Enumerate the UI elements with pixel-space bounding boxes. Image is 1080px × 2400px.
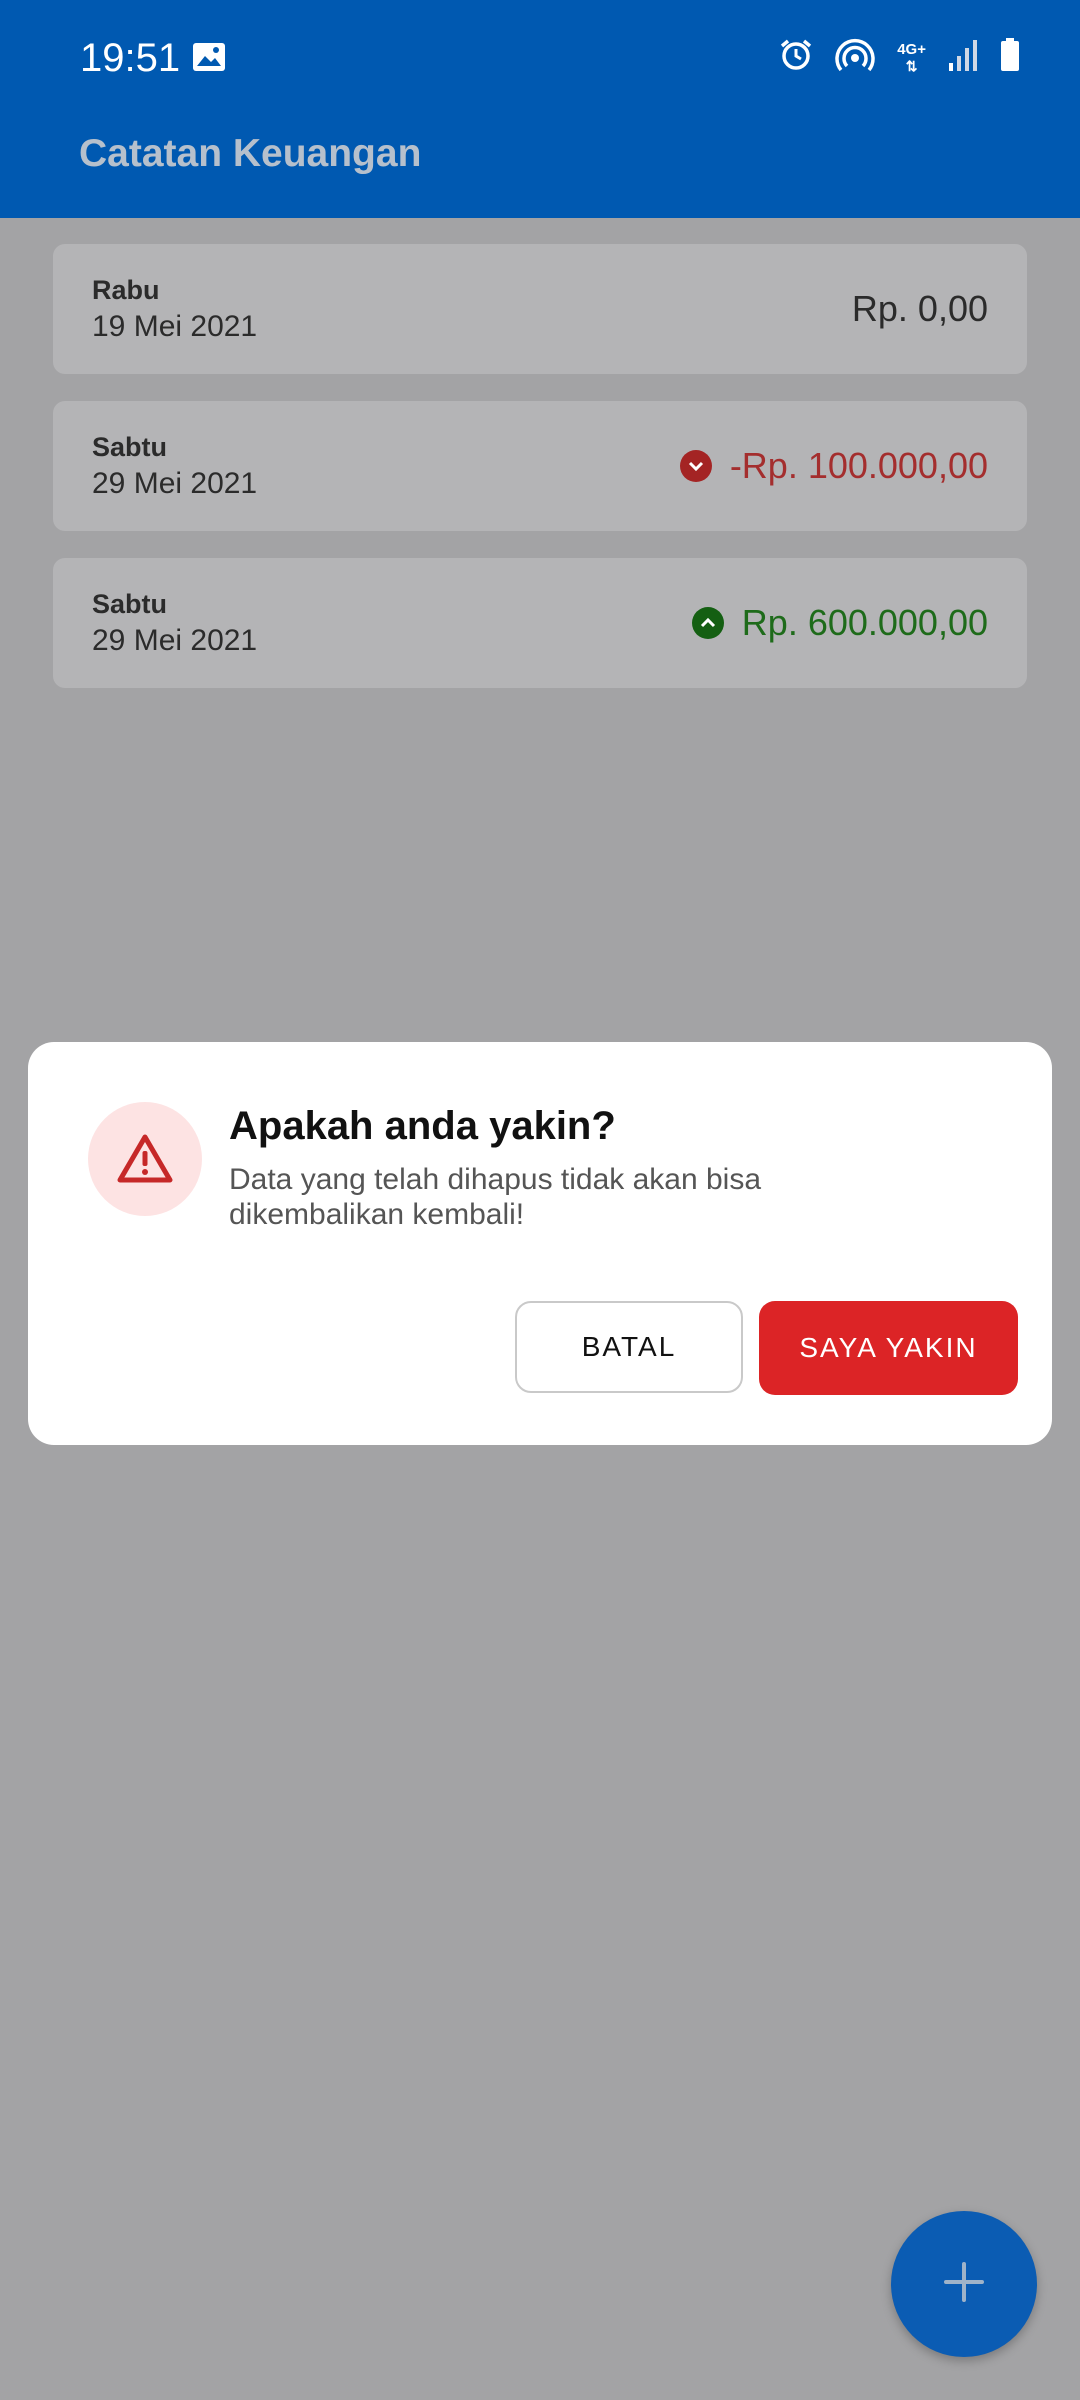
record-card[interactable]: Sabtu 29 Mei 2021 -Rp. 100.000,00 (53, 401, 1027, 531)
battery-icon (1000, 38, 1020, 77)
confirm-delete-dialog: Apakah anda yakin? Data yang telah dihap… (28, 1042, 1052, 1445)
add-record-button[interactable] (891, 2211, 1037, 2357)
record-amount: Rp. 600.000,00 (691, 602, 988, 644)
record-amount: Rp. 0,00 (852, 288, 988, 330)
hotspot-icon (835, 38, 875, 77)
app-bar: Catatan Keuangan (0, 120, 1080, 218)
confirm-button[interactable]: SAYA YAKIN (759, 1301, 1018, 1395)
status-time: 19:51 (80, 36, 181, 80)
record-date: 29 Mei 2021 (92, 467, 258, 500)
alarm-icon (779, 38, 813, 77)
status-bar: 19:51 4G+ ⇅ (0, 0, 1080, 120)
dialog-title: Apakah anda yakin? (229, 1104, 616, 1148)
dialog-message: Data yang telah dihapus tidak akan bisa … (229, 1163, 762, 1231)
record-card[interactable]: Sabtu 29 Mei 2021 Rp. 600.000,00 (53, 558, 1027, 688)
signal-icon (948, 39, 978, 76)
gallery-icon (192, 42, 226, 72)
record-card[interactable]: Rabu 19 Mei 2021 Rp. 0,00 (53, 244, 1027, 374)
record-date: 29 Mei 2021 (92, 624, 258, 657)
record-date: 19 Mei 2021 (92, 310, 258, 343)
record-amount-text: Rp. 0,00 (851, 288, 988, 329)
app-title: Catatan Keuangan (79, 132, 422, 175)
plus-icon (942, 2260, 986, 2309)
record-amount-text: -Rp. 100.000,00 (729, 445, 988, 486)
chevron-up-icon (691, 607, 724, 639)
record-amount: -Rp. 100.000,00 (679, 445, 988, 487)
status-icons: 4G+ ⇅ (779, 38, 1020, 77)
chevron-down-icon (679, 450, 712, 482)
record-day: Sabtu (92, 432, 168, 462)
record-day: Rabu (92, 275, 160, 305)
warning-icon (88, 1102, 202, 1216)
record-amount-text: Rp. 600.000,00 (741, 602, 988, 643)
record-day: Sabtu (92, 589, 168, 619)
network-4g-icon: 4G+ ⇅ (897, 40, 926, 74)
cancel-button[interactable]: BATAL (515, 1301, 743, 1393)
records-list: Rabu 19 Mei 2021 Rp. 0,00 Sabtu 29 Mei 2… (53, 244, 1027, 715)
